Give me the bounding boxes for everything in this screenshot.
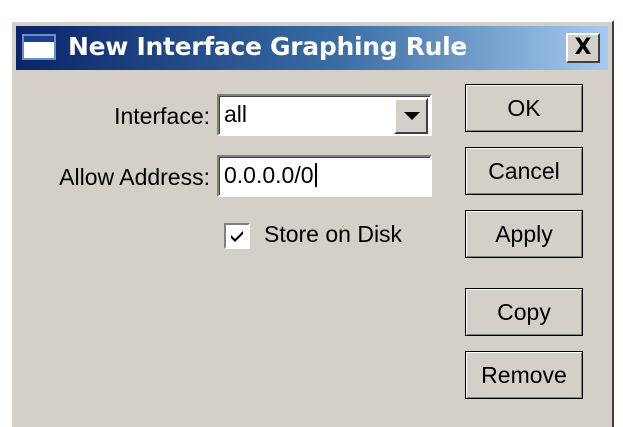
dialog-window: New Interface Graphing Rule X Interface:… <box>10 20 614 427</box>
window-title: New Interface Graphing Rule <box>68 32 468 61</box>
allow-address-value: 0.0.0.0/0 <box>224 162 314 188</box>
interface-value: all <box>224 101 248 127</box>
ok-button[interactable]: OK <box>465 84 583 132</box>
title-bar[interactable]: New Interface Graphing Rule X <box>16 26 608 70</box>
text-caret <box>314 163 317 187</box>
allow-address-input[interactable]: 0.0.0.0/0 <box>217 155 432 197</box>
window-icon <box>22 34 56 60</box>
dropdown-button[interactable] <box>394 98 428 134</box>
copy-button[interactable]: Copy <box>465 288 583 336</box>
apply-button[interactable]: Apply <box>465 210 583 258</box>
interface-dropdown[interactable]: all <box>217 94 432 136</box>
checkmark-icon <box>231 231 243 242</box>
store-on-disk-checkbox[interactable] <box>224 223 250 249</box>
store-on-disk-label[interactable]: Store on Disk <box>264 221 402 248</box>
remove-button[interactable]: Remove <box>465 351 583 399</box>
interface-label: Interface: <box>114 103 210 129</box>
close-button[interactable]: X <box>566 33 600 63</box>
chevron-down-icon <box>404 112 420 120</box>
allow-address-label: Allow Address: <box>59 164 210 190</box>
cancel-button[interactable]: Cancel <box>465 147 583 195</box>
